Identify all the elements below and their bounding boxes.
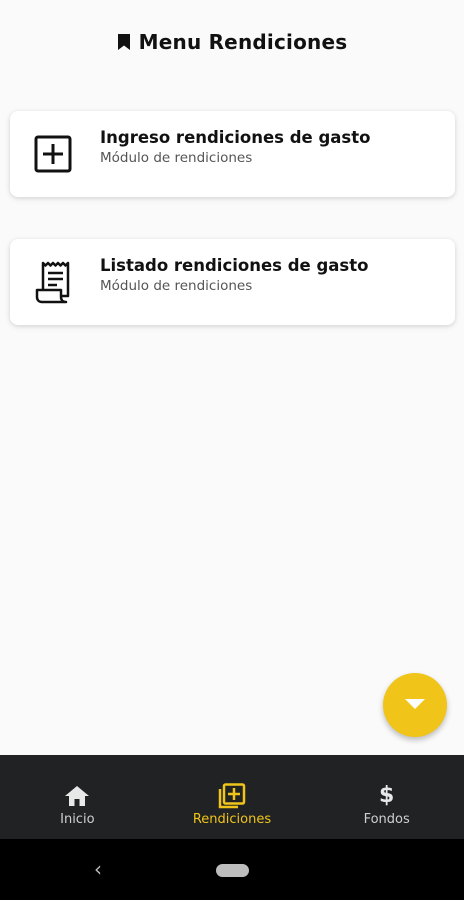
card-ingreso-rendiciones[interactable]: Ingreso rendiciones de gasto Módulo de r…	[10, 111, 455, 197]
card-title: Listado rendiciones de gasto	[100, 256, 369, 275]
add-boxes-icon	[218, 783, 246, 809]
receipt-icon	[32, 261, 74, 304]
nav-item-fondos[interactable]: $ Fondos	[309, 755, 464, 839]
page-header: Menu Rendiciones	[0, 24, 464, 60]
home-pill-button[interactable]	[216, 864, 249, 877]
add-box-icon	[32, 133, 74, 175]
bookmark-icon	[117, 32, 133, 52]
system-navigation-bar: ‹	[0, 839, 464, 900]
nav-item-rendiciones[interactable]: Rendiciones	[155, 755, 310, 839]
card-title: Ingreso rendiciones de gasto	[100, 128, 371, 147]
caret-down-icon	[403, 696, 427, 715]
card-listado-rendiciones[interactable]: Listado rendiciones de gasto Módulo de r…	[10, 239, 455, 325]
back-icon[interactable]: ‹	[94, 857, 102, 881]
app-screen: Menu Rendiciones Ingreso rendiciones de …	[0, 0, 464, 900]
nav-label: Fondos	[363, 812, 410, 827]
dollar-icon: $	[379, 783, 395, 808]
fab-menu-button[interactable]	[383, 673, 447, 737]
nav-label: Inicio	[60, 812, 95, 827]
bottom-navigation: Inicio Rendiciones $ Fondos	[0, 755, 464, 839]
nav-label: Rendiciones	[192, 812, 272, 827]
page-title: Menu Rendiciones	[138, 30, 348, 54]
card-subtitle: Módulo de rendiciones	[100, 278, 253, 294]
home-icon	[64, 783, 90, 809]
nav-item-inicio[interactable]: Inicio	[0, 755, 155, 839]
card-subtitle: Módulo de rendiciones	[100, 150, 253, 166]
card-text: Ingreso rendiciones de gasto Módulo de r…	[100, 127, 370, 167]
card-text: Listado rendiciones de gasto Módulo de r…	[100, 255, 368, 295]
